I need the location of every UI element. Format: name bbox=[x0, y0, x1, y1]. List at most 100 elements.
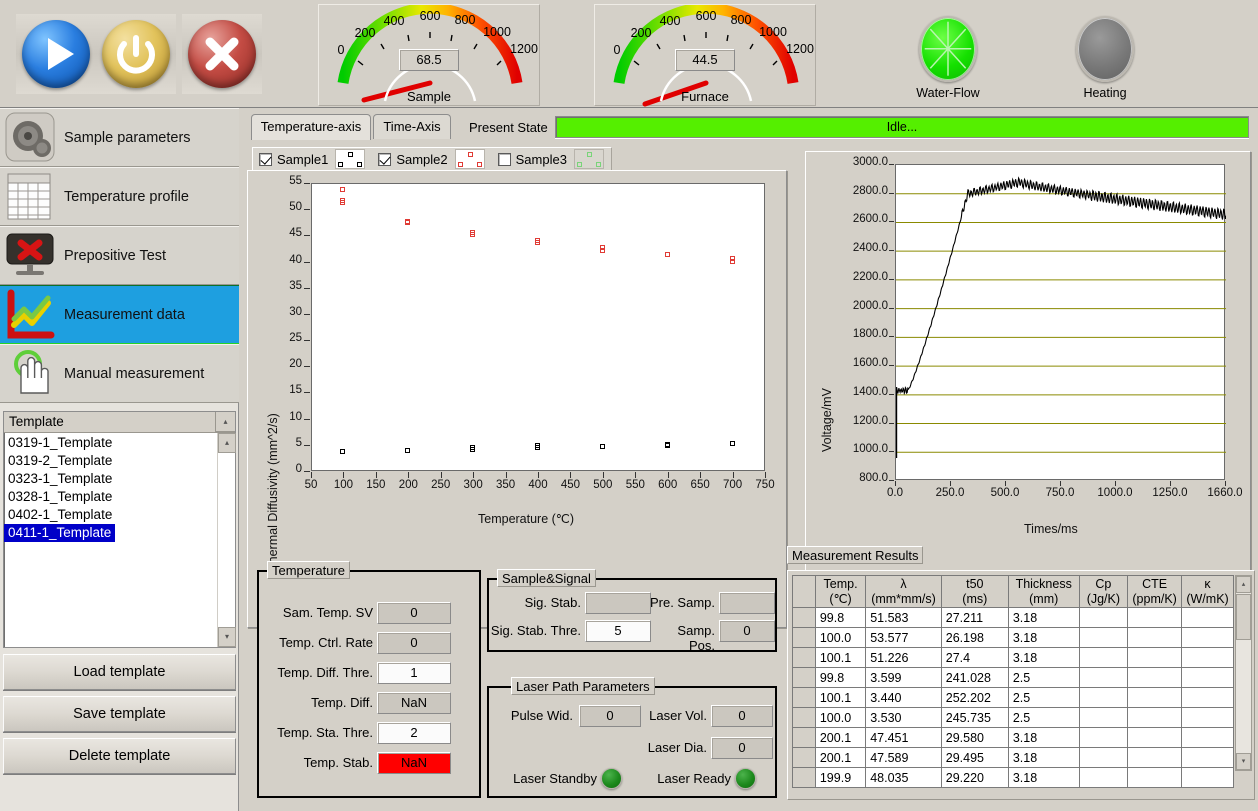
scroll-down-button[interactable]: ▾ bbox=[218, 627, 236, 647]
table-cell bbox=[1127, 647, 1183, 668]
svg-text:1000: 1000 bbox=[483, 25, 511, 39]
table-cell bbox=[1127, 667, 1183, 688]
waveform-plot-area[interactable] bbox=[895, 164, 1227, 480]
scatter-x-tickmark bbox=[311, 472, 312, 478]
table-cell: 3.599 bbox=[865, 667, 942, 688]
template-list-item[interactable]: 0402-1_Template bbox=[4, 506, 217, 524]
col-header-unit: (Jg/K) bbox=[1086, 591, 1121, 606]
template-list-scrollbar[interactable]: ▴ ▾ bbox=[217, 433, 236, 647]
scatter-y-tickmark bbox=[304, 471, 310, 472]
sample3-checkbox[interactable] bbox=[497, 152, 511, 166]
sidebar-item-manual-measurement[interactable]: Manual measurement bbox=[0, 344, 239, 403]
waveform-y-tick: 2200.0 bbox=[852, 270, 888, 283]
results-table-scrollbar[interactable]: ▴ ▾ bbox=[1235, 575, 1252, 771]
table-cell: 48.035 bbox=[865, 767, 942, 788]
scatter-x-tickmark bbox=[732, 472, 734, 478]
table-body[interactable]: 99.8 51.583 27.211 3.18 100.0 53.577 26.198 3.1… bbox=[792, 607, 1234, 788]
table-row[interactable]: 100.0 3.530 245.735 2.5 bbox=[792, 707, 1234, 728]
table-row[interactable]: 200.1 47.451 29.580 3.18 bbox=[792, 727, 1234, 748]
svg-text:600: 600 bbox=[420, 9, 441, 23]
laser-standby-led bbox=[601, 768, 622, 789]
temperature-field-value[interactable]: 1 bbox=[377, 662, 451, 684]
template-list-item[interactable]: 0319-2_Template bbox=[4, 452, 217, 470]
template-list-item[interactable]: 0323-1_Template bbox=[4, 470, 217, 488]
table-row[interactable]: 99.8 51.583 27.211 3.18 bbox=[792, 607, 1234, 628]
sample1-checkbox-group[interactable]: Sample1 bbox=[259, 149, 374, 169]
play-button[interactable] bbox=[16, 14, 96, 94]
svg-text:0: 0 bbox=[338, 43, 345, 57]
table-cell: 3.18 bbox=[1007, 627, 1080, 648]
main-content: Temperature-axis Time-Axis Present State… bbox=[239, 108, 1258, 811]
scatter-data-point bbox=[664, 442, 670, 448]
sample-signal-field-label: Sig. Stab. Thre. bbox=[490, 623, 581, 638]
table-column-header: t50 (ms) bbox=[940, 575, 1009, 608]
results-scroll-up-button[interactable]: ▴ bbox=[1236, 576, 1251, 593]
scatter-x-tick: 100 bbox=[333, 479, 354, 491]
table-cell: 26.198 bbox=[940, 627, 1009, 648]
sample3-checkbox-group[interactable]: Sample3 bbox=[497, 149, 613, 169]
template-list[interactable]: 0319-1_Template 0319-2_Template 0323-1_Tem… bbox=[4, 433, 217, 647]
template-list-item[interactable]: 0411-1_Template bbox=[4, 524, 116, 542]
sample2-checkbox-group[interactable]: Sample2 bbox=[378, 149, 493, 169]
results-scroll-thumb[interactable] bbox=[1236, 594, 1251, 640]
delete-template-button[interactable]: Delete template bbox=[3, 738, 236, 774]
scatter-x-tick: 150 bbox=[366, 479, 386, 491]
table-row[interactable]: 100.1 3.440 252.202 2.5 bbox=[792, 687, 1234, 708]
sample-signal-panel-title: Sample&Signal bbox=[497, 569, 596, 587]
sample1-checkbox[interactable] bbox=[259, 152, 272, 166]
scatter-y-tick: 40 bbox=[289, 253, 302, 266]
sidebar-item-sample-parameters[interactable]: Sample parameters bbox=[0, 108, 239, 167]
scatter-x-tick: 50 bbox=[304, 479, 318, 491]
stop-button[interactable] bbox=[182, 14, 262, 94]
table-row[interactable]: 200.1 47.589 29.495 3.18 bbox=[792, 747, 1234, 768]
scatter-data-point bbox=[340, 199, 346, 205]
svg-text:400: 400 bbox=[384, 14, 405, 28]
laser-ready-label: Laser Ready bbox=[657, 771, 731, 786]
table-cell bbox=[792, 747, 816, 768]
table-cell bbox=[1078, 607, 1129, 628]
save-template-button[interactable]: Save template bbox=[3, 696, 236, 732]
sidebar-item-measurement-data[interactable]: Measurement data bbox=[0, 285, 239, 344]
scatter-y-tickmark bbox=[304, 444, 310, 446]
table-row[interactable]: 100.0 53.577 26.198 3.18 bbox=[792, 627, 1234, 648]
sidebar-item-temperature-profile[interactable]: Temperature profile bbox=[0, 167, 239, 226]
power-button[interactable] bbox=[96, 14, 176, 94]
table-cell bbox=[792, 707, 816, 728]
sidebar-item-prepositive-test[interactable]: Prepositive Test bbox=[0, 226, 239, 285]
table-cell bbox=[1127, 707, 1183, 728]
results-scroll-down-button[interactable]: ▾ bbox=[1236, 753, 1251, 770]
scroll-up-button[interactable]: ▴ bbox=[218, 433, 236, 453]
waveform-y-tick: 1600.0 bbox=[852, 357, 888, 370]
tab-temperature-axis[interactable]: Temperature-axis bbox=[251, 114, 371, 140]
template-list-item[interactable]: 0319-1_Template bbox=[4, 434, 217, 452]
table-cell bbox=[1181, 607, 1234, 628]
svg-text:800: 800 bbox=[455, 13, 476, 27]
waveform-y-tick: 2800.0 bbox=[852, 184, 888, 197]
waveform-trace bbox=[895, 176, 1227, 459]
gears-icon bbox=[4, 112, 60, 164]
tab-time-axis[interactable]: Time-Axis bbox=[373, 114, 451, 139]
template-list-item[interactable]: 0328-1_Template bbox=[4, 488, 217, 506]
col-header-unit: (ppm/K) bbox=[1132, 591, 1177, 606]
spreadsheet-icon bbox=[4, 171, 60, 223]
table-cell bbox=[1078, 767, 1129, 788]
temperature-field-value: 0 bbox=[377, 632, 451, 654]
sample-signal-field-label: Sig. Stab. bbox=[524, 595, 581, 610]
template-list-sort-button[interactable]: ▴ bbox=[215, 412, 235, 432]
laser-field-label: Laser Vol. bbox=[649, 708, 707, 723]
table-row[interactable]: 100.1 51.226 27.4 3.18 bbox=[792, 647, 1234, 668]
load-template-button[interactable]: Load template bbox=[3, 654, 236, 690]
scatter-plot-area[interactable] bbox=[311, 183, 765, 471]
measurement-results-table[interactable]: Temp. (℃) λ (mm*mm/s) t50 (ms) Thickness (mm) Cp… bbox=[792, 575, 1234, 788]
scatter-x-tick: 750 bbox=[755, 479, 775, 491]
sample2-checkbox[interactable] bbox=[378, 152, 392, 166]
table-cell bbox=[1181, 707, 1234, 728]
table-row[interactable]: 199.9 48.035 29.220 3.18 bbox=[792, 767, 1234, 788]
sample-signal-field-value[interactable]: 5 bbox=[585, 620, 651, 642]
scatter-x-tickmark bbox=[602, 472, 604, 478]
waveform-y-tickmark bbox=[889, 307, 894, 309]
sample1-symbol bbox=[335, 149, 366, 169]
table-row[interactable]: 99.8 3.599 241.028 2.5 bbox=[792, 667, 1234, 688]
temperature-field-value[interactable]: 2 bbox=[377, 722, 451, 744]
sidebar-item-label: Manual measurement bbox=[64, 365, 205, 382]
